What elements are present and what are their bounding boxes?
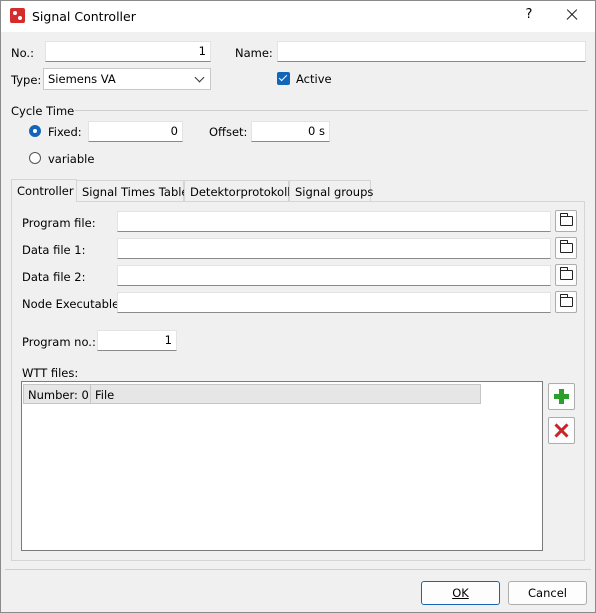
number-label: No.: xyxy=(11,46,34,60)
program-file-field[interactable] xyxy=(117,211,551,232)
ok-button-label: OK xyxy=(452,586,469,600)
tab-detektorprotokoll[interactable]: Detektorprotokoll xyxy=(184,180,290,202)
number-field[interactable]: 1 xyxy=(45,41,211,62)
program-no-field[interactable]: 1 xyxy=(97,330,177,351)
ok-button[interactable]: OK xyxy=(421,581,500,605)
title-bar: Signal Controller ? xyxy=(1,1,595,32)
app-icon xyxy=(10,8,25,23)
fixed-label: Fixed: xyxy=(48,125,82,139)
data-file-2-browse-button[interactable] xyxy=(555,264,577,286)
type-label: Type: xyxy=(11,73,42,87)
window-title: Signal Controller xyxy=(32,9,136,24)
cancel-button[interactable]: Cancel xyxy=(508,581,587,605)
program-no-label: Program no.: xyxy=(22,335,96,349)
tab-signal-groups[interactable]: Signal groups xyxy=(289,180,373,202)
offset-field[interactable]: 0 s xyxy=(251,121,330,142)
cycle-time-label: Cycle Time xyxy=(11,104,75,118)
data-file-1-label: Data file 1: xyxy=(22,243,86,257)
cycle-time-divider xyxy=(75,110,588,111)
node-executable-label: Node Executable xyxy=(22,297,120,311)
offset-label: Offset: xyxy=(209,125,248,139)
name-field[interactable] xyxy=(277,41,586,62)
signal-controller-dialog: Signal Controller ? No.: 1 Name: Type: S… xyxy=(0,0,596,613)
cancel-button-label: Cancel xyxy=(528,586,567,600)
add-icon[interactable] xyxy=(548,383,575,410)
delete-icon[interactable] xyxy=(548,417,575,444)
data-file-2-label: Data file 2: xyxy=(22,270,86,284)
name-label: Name: xyxy=(235,46,273,60)
fixed-radio[interactable] xyxy=(29,125,41,137)
chevron-down-icon xyxy=(194,72,205,83)
active-checkbox[interactable] xyxy=(277,72,290,85)
data-file-2-field[interactable] xyxy=(117,265,551,286)
node-executable-browse-button[interactable] xyxy=(555,291,577,313)
variable-radio[interactable] xyxy=(29,152,41,164)
type-select-value: Siemens VA xyxy=(48,72,116,86)
data-file-1-field[interactable] xyxy=(117,238,551,259)
column-header-number[interactable]: Number: 0 xyxy=(23,384,91,404)
help-button[interactable]: ? xyxy=(521,7,537,25)
column-header-file[interactable]: File xyxy=(90,384,481,404)
tab-controller[interactable]: Controller xyxy=(11,179,77,202)
node-executable-field[interactable] xyxy=(117,292,551,313)
fixed-cycle-field[interactable]: 0 xyxy=(88,121,183,142)
folder-open-icon xyxy=(560,213,573,226)
wtt-files-label: WTT files: xyxy=(22,366,79,380)
program-file-browse-button[interactable] xyxy=(555,210,577,232)
active-label: Active xyxy=(296,72,332,86)
folder-open-icon xyxy=(560,240,573,253)
tab-signal-times-table[interactable]: Signal Times Table xyxy=(76,180,189,202)
close-icon[interactable] xyxy=(561,4,583,26)
wtt-files-table[interactable]: Number: 0 File xyxy=(21,381,543,551)
type-select[interactable]: Siemens VA xyxy=(43,68,211,90)
folder-open-icon xyxy=(560,267,573,280)
data-file-1-browse-button[interactable] xyxy=(555,237,577,259)
footer-divider xyxy=(5,569,591,570)
program-file-label: Program file: xyxy=(22,216,96,230)
folder-open-icon xyxy=(560,294,573,307)
variable-label: variable xyxy=(48,152,95,166)
